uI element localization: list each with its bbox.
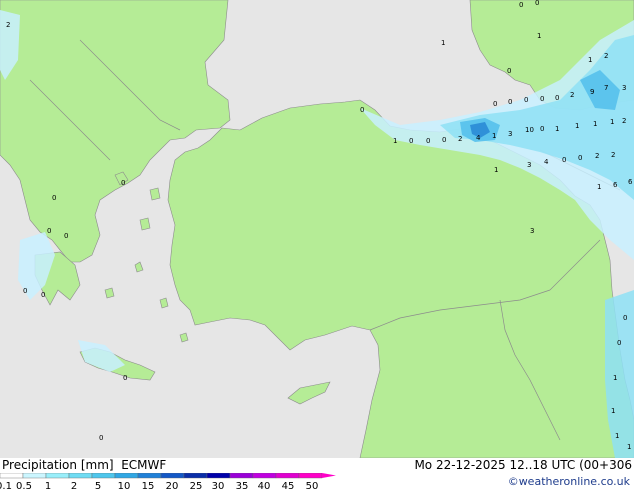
precip-value-label: 2 bbox=[6, 21, 10, 29]
legend-label: 40 bbox=[258, 481, 271, 490]
legend-swatch bbox=[22, 473, 47, 479]
precip-value-label: 1 bbox=[597, 183, 601, 191]
legend-label: 5 bbox=[95, 481, 101, 490]
legend-overflow-arrow bbox=[322, 473, 336, 478]
precip-value-label: 2 bbox=[622, 117, 626, 125]
precip-value-label: 6 bbox=[628, 178, 633, 186]
precipitation-map: 0 0112109 7 30 0 0 0 0 201 0 0 0 2 4 1 3 10 0 1 1 1 1 23 4 0 0 2 21… bbox=[0, 0, 634, 458]
precip-value-label: 2 bbox=[458, 135, 462, 143]
site-credit: ©weatheronline.co.uk bbox=[507, 475, 630, 488]
precip-value-label: 4 bbox=[476, 134, 481, 142]
legend-swatch bbox=[68, 473, 93, 479]
legend-label: 2 bbox=[71, 481, 77, 490]
precip-value-label: 0 bbox=[540, 95, 544, 103]
precip-value-label: 0 bbox=[623, 314, 627, 322]
legend-swatch bbox=[275, 473, 300, 479]
precip-value-label: 1 bbox=[492, 132, 496, 140]
map-title: Precipitation [mm] ECMWF bbox=[2, 458, 166, 472]
precip-value-label: 1 bbox=[494, 166, 498, 174]
precip-value-label: 1 bbox=[627, 443, 631, 451]
valid-time: Mo 22-12-2025 12..18 UTC (00+306 bbox=[414, 458, 632, 472]
precip-value-label: 3 bbox=[527, 161, 531, 169]
legend-swatch bbox=[45, 473, 70, 479]
precip-value-label: 0 bbox=[555, 94, 559, 102]
precip-value-label: 0 bbox=[360, 106, 364, 114]
legend-label: 45 bbox=[282, 481, 295, 490]
precip-value-label: 0 bbox=[123, 374, 127, 382]
legend-swatch bbox=[252, 473, 277, 479]
precip-value-label: 2 bbox=[570, 91, 574, 99]
precip-value-label: 1 bbox=[537, 32, 541, 40]
model-name: ECMWF bbox=[121, 458, 167, 472]
precip-value-label: 0 bbox=[47, 227, 51, 235]
precip-value-label: 4 bbox=[544, 158, 549, 166]
precip-value-label: 1 bbox=[593, 120, 597, 128]
precip-value-label: 0 bbox=[121, 179, 125, 187]
precip-value-label: 1 bbox=[611, 407, 615, 415]
precip-value-label: 0 bbox=[617, 339, 621, 347]
legend-label: 50 bbox=[306, 481, 319, 490]
legend-swatch bbox=[206, 473, 231, 479]
precip-value-label: 0 bbox=[493, 100, 497, 108]
precip-value-label: 3 bbox=[530, 227, 534, 235]
legend-label: 0.1 bbox=[0, 481, 12, 490]
legend-swatch bbox=[0, 473, 24, 479]
precip-value-label: 0 bbox=[578, 154, 582, 162]
precip-value-label: 1 bbox=[393, 137, 397, 145]
legend-swatches bbox=[0, 473, 336, 479]
precip-value-label: 1 bbox=[555, 125, 559, 133]
legend-swatch bbox=[91, 473, 116, 479]
product-name: Precipitation [mm] bbox=[2, 458, 114, 472]
map-footer: Precipitation [mm] ECMWF Mo 22-12-2025 1… bbox=[0, 458, 634, 490]
legend-label: 10 bbox=[118, 481, 131, 490]
precip-value-label: 0 bbox=[99, 434, 103, 442]
precip-value-label: 1 bbox=[615, 432, 619, 440]
precip-value-label: 0 bbox=[508, 98, 512, 106]
legend-swatch bbox=[298, 473, 323, 479]
precip-value-label: 0 bbox=[562, 156, 566, 164]
precip-value-label: 0 bbox=[535, 0, 539, 7]
precip-value-label: 7 bbox=[604, 84, 608, 92]
precip-value-label: 2 bbox=[595, 152, 599, 160]
precip-value-label: 0 bbox=[507, 67, 511, 75]
legend-label: 15 bbox=[142, 481, 155, 490]
precip-value-label: 0 bbox=[540, 125, 544, 133]
weather-map-page: 0 0 1 1 2 1 0 9 7 3 0 0 0 0 0 2 0 1 0 0 0 2 4 1 3 10 0 1 1 1 1 2 3 4 0 0 2 2 1… bbox=[0, 0, 634, 490]
precip-value-label: 0 bbox=[64, 232, 68, 240]
legend-label: 20 bbox=[166, 481, 179, 490]
legend-swatch bbox=[183, 473, 208, 479]
precip-value-label: 0 bbox=[442, 136, 446, 144]
precip-value-label: 9 bbox=[590, 88, 594, 96]
precip-value-label: 0 bbox=[409, 137, 413, 145]
precipitation-legend: 0.10.5125101520253035404550 bbox=[0, 473, 336, 490]
precip-value-label: 0 bbox=[524, 96, 528, 104]
legend-swatch bbox=[137, 473, 162, 479]
legend-label: 30 bbox=[212, 481, 225, 490]
legend-swatch bbox=[229, 473, 254, 479]
legend-label: 1 bbox=[45, 481, 51, 490]
precip-value-label: 3 bbox=[622, 84, 626, 92]
precip-value-label: 1 bbox=[613, 374, 617, 382]
precip-value-label: 1 bbox=[588, 56, 592, 64]
precip-value-label: 1 bbox=[610, 118, 614, 126]
precip-value-label: 0 bbox=[23, 287, 27, 295]
legend-labels: 0.10.5125101520253035404550 bbox=[0, 481, 318, 490]
precip-value-label: 2 bbox=[611, 151, 615, 159]
legend-label: 0.5 bbox=[16, 481, 32, 490]
legend-label: 35 bbox=[236, 481, 249, 490]
precip-value-label: 0 bbox=[519, 1, 523, 9]
precip-value-label: 0 bbox=[426, 137, 430, 145]
precip-value-label: 1 bbox=[441, 39, 445, 47]
precip-value-label: 3 bbox=[508, 130, 512, 138]
legend-swatch bbox=[114, 473, 139, 479]
precip-value-label: 2 bbox=[604, 52, 608, 60]
precip-value-label: 6 bbox=[613, 181, 618, 189]
legend-swatch bbox=[160, 473, 185, 479]
precip-value-label: 1 bbox=[575, 122, 579, 130]
precip-value-label: 0 bbox=[41, 291, 45, 299]
precip-value-label: 10 bbox=[525, 126, 534, 134]
legend-label: 25 bbox=[190, 481, 203, 490]
precip-value-label: 0 bbox=[52, 194, 56, 202]
